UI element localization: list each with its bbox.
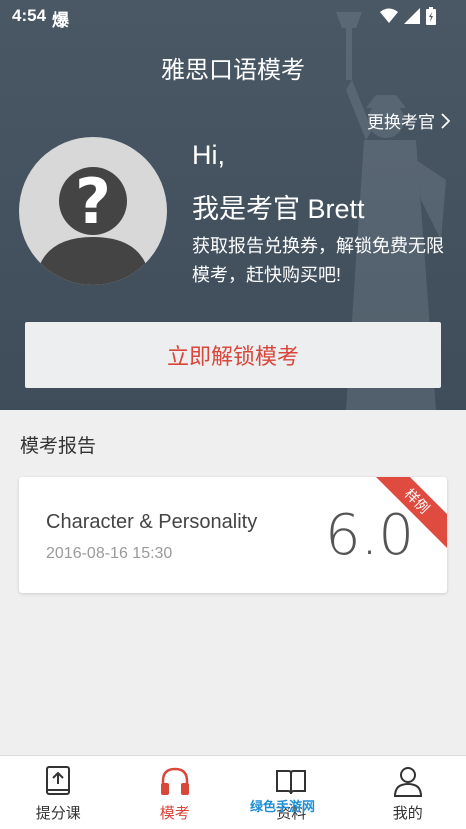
page-title: 雅思口语模考	[0, 50, 466, 85]
unlock-mock-exam-button[interactable]: 立即解锁模考	[25, 322, 441, 388]
examiner-intro: 我是考官 Brett	[192, 187, 365, 226]
tab-materials[interactable]: 资料	[233, 756, 350, 829]
book-up-icon	[41, 764, 75, 798]
watermark-logo: 绿色手游网	[250, 796, 315, 815]
status-icons	[380, 7, 436, 25]
report-title: Character & Personality	[46, 511, 257, 534]
report-score: 6.0	[325, 503, 414, 568]
signal-icon	[404, 8, 420, 24]
battery-icon	[426, 7, 436, 25]
unknown-person-icon: ?	[19, 137, 167, 285]
tab-me-label: 我的	[393, 802, 423, 823]
status-time: 4:54	[12, 6, 46, 26]
greeting-hi: Hi,	[192, 140, 225, 171]
status-bar: 4:54 爆	[0, 0, 466, 34]
change-examiner-link[interactable]: 更换考官	[367, 108, 450, 133]
person-icon	[391, 764, 425, 798]
report-card[interactable]: Character & Personality 2016-08-16 15:30…	[19, 477, 447, 593]
tab-courses[interactable]: 提分课	[0, 756, 117, 829]
tab-me[interactable]: 我的	[350, 756, 466, 829]
bottom-tab-bar: 提分课 模考 资料 我的	[0, 755, 466, 829]
chevron-right-icon	[441, 113, 450, 129]
change-examiner-label: 更换考官	[367, 108, 435, 133]
hero-header: 4:54 爆 雅思口语模考 更换考官 ? Hi, 我是考官 Brett 获取报告…	[0, 0, 466, 410]
tab-courses-label: 提分课	[36, 802, 81, 823]
open-book-icon	[274, 764, 308, 798]
tab-mock-exam-label: 模考	[160, 802, 190, 823]
examiner-description: 获取报告兑换券，解锁免费无限模考，赶快购买吧!	[192, 232, 452, 290]
report-date: 2016-08-16 15:30	[46, 545, 172, 563]
reports-section-title: 模考报告	[20, 431, 96, 458]
tab-mock-exam[interactable]: 模考	[117, 756, 234, 829]
headphones-icon	[158, 764, 192, 798]
examiner-avatar: ?	[19, 137, 167, 285]
wifi-icon	[380, 8, 398, 24]
notification-icon: 爆	[52, 6, 69, 31]
svg-text:?: ?	[75, 165, 111, 238]
